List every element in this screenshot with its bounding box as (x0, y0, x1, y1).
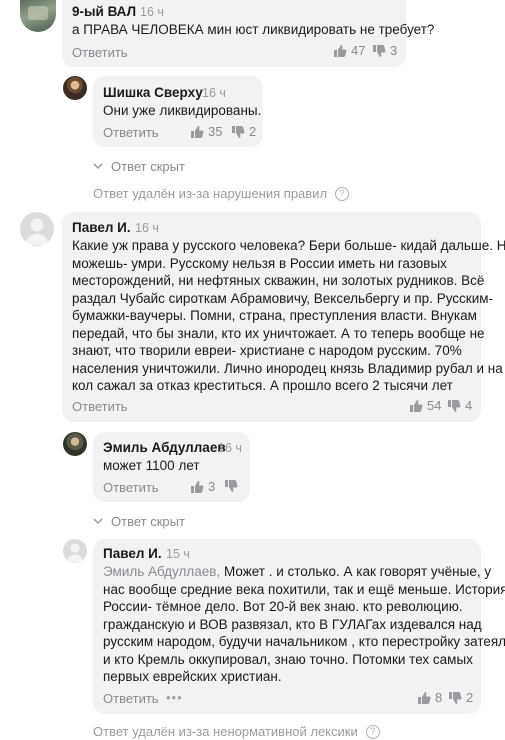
comment-time[interactable]: 16 ч (140, 5, 164, 19)
deleted-notice-text: Ответ удалён из-за ненормативной лексики (93, 724, 358, 739)
comment-author[interactable]: Шишка Сверху (103, 85, 203, 100)
dislike-count: 2 (466, 690, 474, 705)
comment-text: Они уже ликвидированы. (103, 103, 262, 118)
reply-button[interactable]: Ответить (103, 480, 159, 495)
avatar[interactable] (20, 0, 56, 32)
comment-text: может 1100 лет (103, 458, 200, 473)
chevron-down-icon (93, 518, 103, 525)
comment-author[interactable]: Эмиль Абдуллаев (103, 440, 226, 455)
help-icon[interactable]: ? (365, 724, 380, 739)
avatar[interactable] (63, 432, 87, 456)
show-replies-toggle[interactable]: Ответ скрыт (93, 514, 185, 529)
avatar[interactable] (20, 212, 54, 246)
thumbs-up-icon (334, 44, 347, 57)
comment-line: гражданскую и ВОВ развязал, кто В ГУЛАГа… (103, 616, 482, 632)
comment-line: Может . и столько. А как говорят учёные,… (220, 564, 492, 579)
thumbs-down-icon (232, 125, 245, 138)
like-count: 47 (351, 43, 366, 58)
avatar[interactable] (63, 76, 87, 100)
show-replies-toggle[interactable]: Ответ скрыт (93, 159, 185, 174)
comment-line: и кто Кремль оккупировал, знаю точно. По… (103, 651, 473, 667)
comment-author[interactable]: Павел И. (72, 220, 131, 235)
deleted-reply-notice: Ответ удалён из-за ненормативной лексики… (93, 724, 380, 739)
thumbs-up-icon (410, 399, 423, 412)
comment-line: кол сажал за отказ креститься. А прошло … (72, 378, 453, 393)
like-count: 54 (427, 398, 442, 413)
comment-line: нас вообще средние века похитили, так и … (103, 581, 505, 597)
thumbs-down-icon (449, 691, 462, 704)
help-icon[interactable]: ? (335, 186, 350, 201)
like-count: 8 (435, 690, 443, 705)
comment-line: первых еврейских христиан. (103, 669, 282, 684)
dislike-count: 4 (465, 398, 473, 413)
thumbs-up-icon (191, 125, 204, 138)
like-button[interactable]: 35 (190, 124, 222, 139)
thumbs-down-icon (373, 44, 386, 57)
like-count: 3 (208, 479, 216, 494)
comment-line: раздал Чубайс сироткам Абрамовичу, Вексе… (72, 290, 494, 306)
comment-text: а ПРАВА ЧЕЛОВЕКА мин юст ликвидировать н… (72, 22, 435, 37)
dislike-button[interactable]: 3 (372, 43, 397, 58)
dislike-button[interactable]: 2 (231, 124, 256, 139)
comment-line: бумажки-ваучеры. Помни, страна, преступл… (72, 308, 477, 323)
more-options-button[interactable]: ••• (166, 690, 183, 705)
dislike-button[interactable]: 4 (447, 398, 472, 413)
comment-line: Какие уж права у русского человека? Бери… (72, 238, 505, 253)
like-button[interactable]: 47 (333, 43, 365, 58)
comment-author[interactable]: Павел И. (103, 546, 162, 561)
reply-button[interactable]: Ответить (103, 691, 159, 706)
dislike-count: 3 (390, 43, 398, 58)
comment-author[interactable]: 9-ый ВАЛ (72, 4, 136, 19)
dislike-button[interactable] (224, 479, 242, 493)
comment-time[interactable]: 16 ч (135, 221, 159, 235)
thumbs-down-icon (448, 399, 461, 412)
comment-time[interactable]: 16 ч (218, 441, 242, 455)
avatar[interactable] (63, 539, 87, 563)
default-avatar-icon (25, 218, 49, 245)
comment-text: Эмиль Абдуллаев, Может . и столько. А ка… (103, 563, 505, 686)
dislike-button[interactable]: 2 (448, 690, 473, 705)
comment-text: Какие уж права у русского человека? Бери… (72, 237, 505, 395)
like-button[interactable]: 3 (190, 479, 215, 494)
thumbs-up-icon (191, 480, 204, 493)
deleted-notice-text: Ответ удалён из-за нарушения правил (93, 186, 328, 201)
reply-button[interactable]: Ответить (103, 125, 159, 140)
thread-toggle-label: Ответ скрыт (111, 514, 185, 529)
thumbs-up-icon (418, 691, 431, 704)
default-avatar-icon (66, 543, 84, 563)
comment-line: месторождений, ни нефтяных скважин, ни з… (72, 273, 485, 288)
comment-line: передай, что бы знали, кто их уничтожает… (72, 325, 485, 341)
like-button[interactable]: 54 (409, 398, 441, 413)
comment-line: знают, что творили евреи- христиане с на… (72, 343, 462, 358)
reply-mention-link[interactable]: Эмиль Абдуллаев, (103, 564, 220, 579)
like-count: 35 (208, 124, 223, 139)
comment-line: населения уничтожили. Лично инородец кня… (72, 360, 503, 376)
comment-line: можешь- умри. Русскому нельзя в России и… (72, 255, 447, 271)
like-button[interactable]: 8 (417, 690, 442, 705)
thread-toggle-label: Ответ скрыт (111, 159, 185, 174)
dislike-count: 2 (249, 124, 257, 139)
comment-line: русским народом, будучи начальником , кт… (103, 634, 505, 649)
deleted-reply-notice: Ответ удалён из-за нарушения правил ? (93, 186, 350, 201)
reply-button[interactable]: Ответить (72, 399, 128, 414)
comment-time[interactable]: 15 ч (166, 547, 190, 561)
reply-button[interactable]: Ответить (72, 45, 128, 60)
chevron-down-icon (93, 163, 103, 170)
comment-time[interactable]: 16 ч (202, 86, 226, 100)
thumbs-down-icon (225, 480, 238, 492)
comment-line: России- тёмное дело. Вот 20-й век знаю. … (103, 599, 463, 614)
